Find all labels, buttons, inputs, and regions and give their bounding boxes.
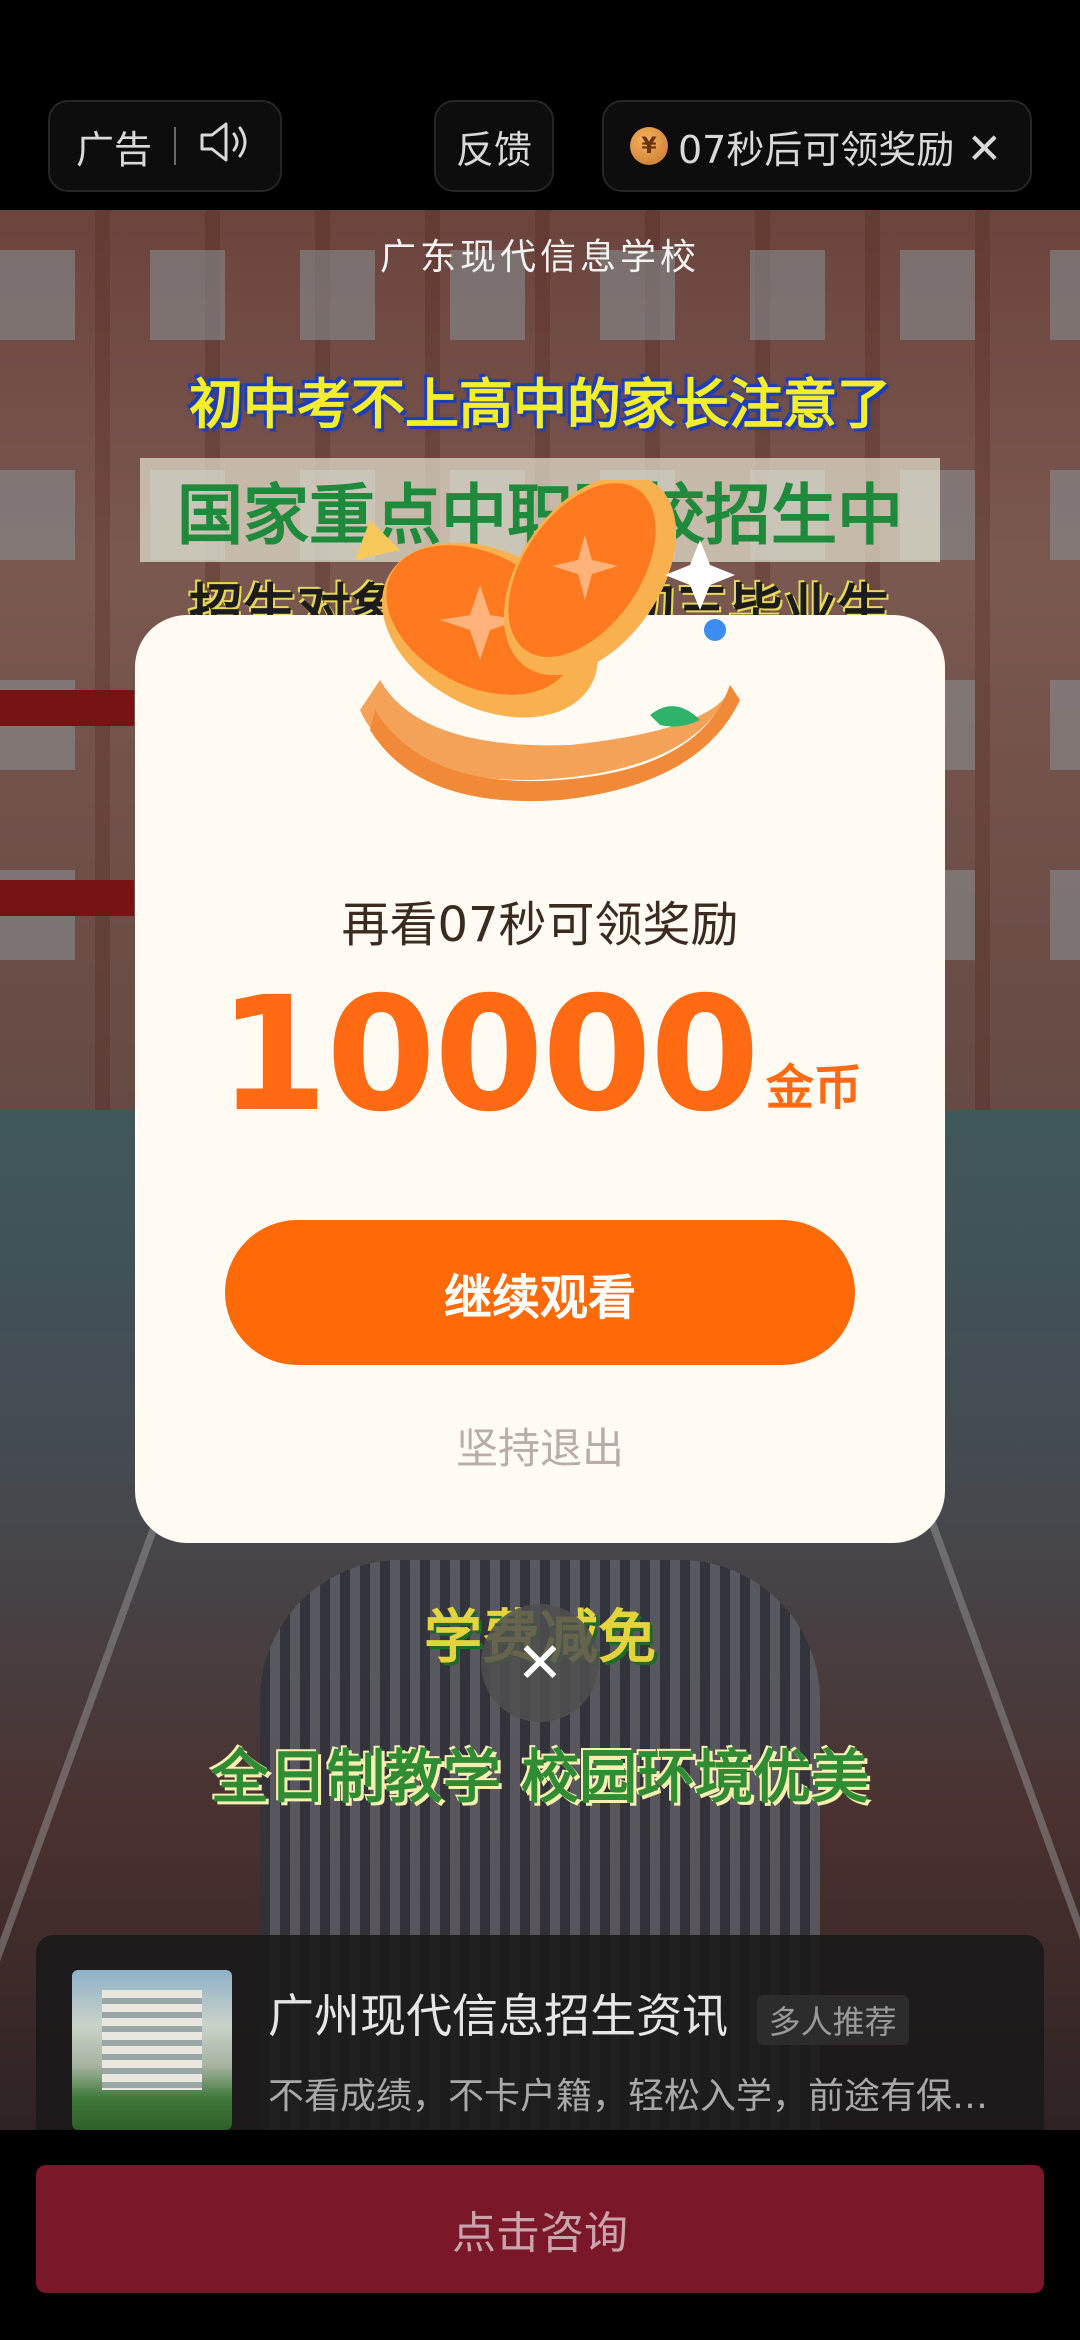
reward-timer-pill: ¥ 07秒后可领奖励 ✕ (602, 100, 1032, 192)
coin-ribbon-illustration (355, 480, 740, 802)
bottom-cta-area: 点击咨询 (0, 2130, 1080, 2340)
recommend-tag: 多人推荐 (756, 1994, 909, 2045)
continue-watching-button[interactable]: 继续观看 (225, 1220, 855, 1365)
feedback-label: 反馈 (455, 127, 532, 172)
advertiser-description: 不看成绩，不卡户籍，轻松入学，前途有保… (268, 2076, 989, 2117)
reward-amount-row: 10000 金币 (135, 963, 945, 1147)
quit-link[interactable]: 坚持退出 (135, 1415, 945, 1476)
close-icon: ✕ (516, 1630, 564, 1696)
ad-school-name: 广东现代信息学校 (379, 237, 700, 278)
ad-label: 广告 (76, 127, 153, 172)
reward-subtitle: 再看07秒可领奖励 (341, 897, 739, 953)
feedback-button[interactable]: 反馈 (434, 100, 554, 192)
advertiser-title-row: 广州现代信息招生资讯 多人推荐 (268, 1980, 909, 2046)
reward-timer-text: 07秒后可领奖励 (678, 127, 955, 172)
ad-sound-pill[interactable]: 广告 (48, 100, 282, 192)
advertiser-title: 广州现代信息招生资讯 (268, 1989, 728, 2043)
reward-ad-screen: 广东现代信息学校 初中考不上高中的家长注意了 国家重点中职院校招生中 招生对象：… (0, 0, 1080, 2340)
advertiser-thumbnail (72, 1970, 232, 2130)
divider (174, 127, 177, 165)
close-button[interactable]: ✕ (481, 1604, 599, 1722)
ad-headline: 初中考不上高中的家长注意了 (189, 373, 891, 436)
thumbnail-building (102, 1990, 202, 2090)
close-icon[interactable]: ✕ (967, 124, 1002, 173)
speaker-icon[interactable] (198, 120, 252, 173)
ad-campus-text: 全日制教学 校园环境优美 (210, 1743, 870, 1811)
top-bar: 广告 反馈 ¥ 07秒后可领奖励 ✕ (0, 0, 1080, 210)
coin-icon: ¥ (630, 127, 668, 165)
consult-button[interactable]: 点击咨询 (36, 2165, 1044, 2293)
reward-unit: 金币 (765, 1060, 862, 1116)
reward-amount: 10000 (218, 963, 760, 1147)
advertiser-info-card[interactable]: 广州现代信息招生资讯 多人推荐 不看成绩，不卡户籍，轻松入学，前途有保… (36, 1935, 1044, 2130)
